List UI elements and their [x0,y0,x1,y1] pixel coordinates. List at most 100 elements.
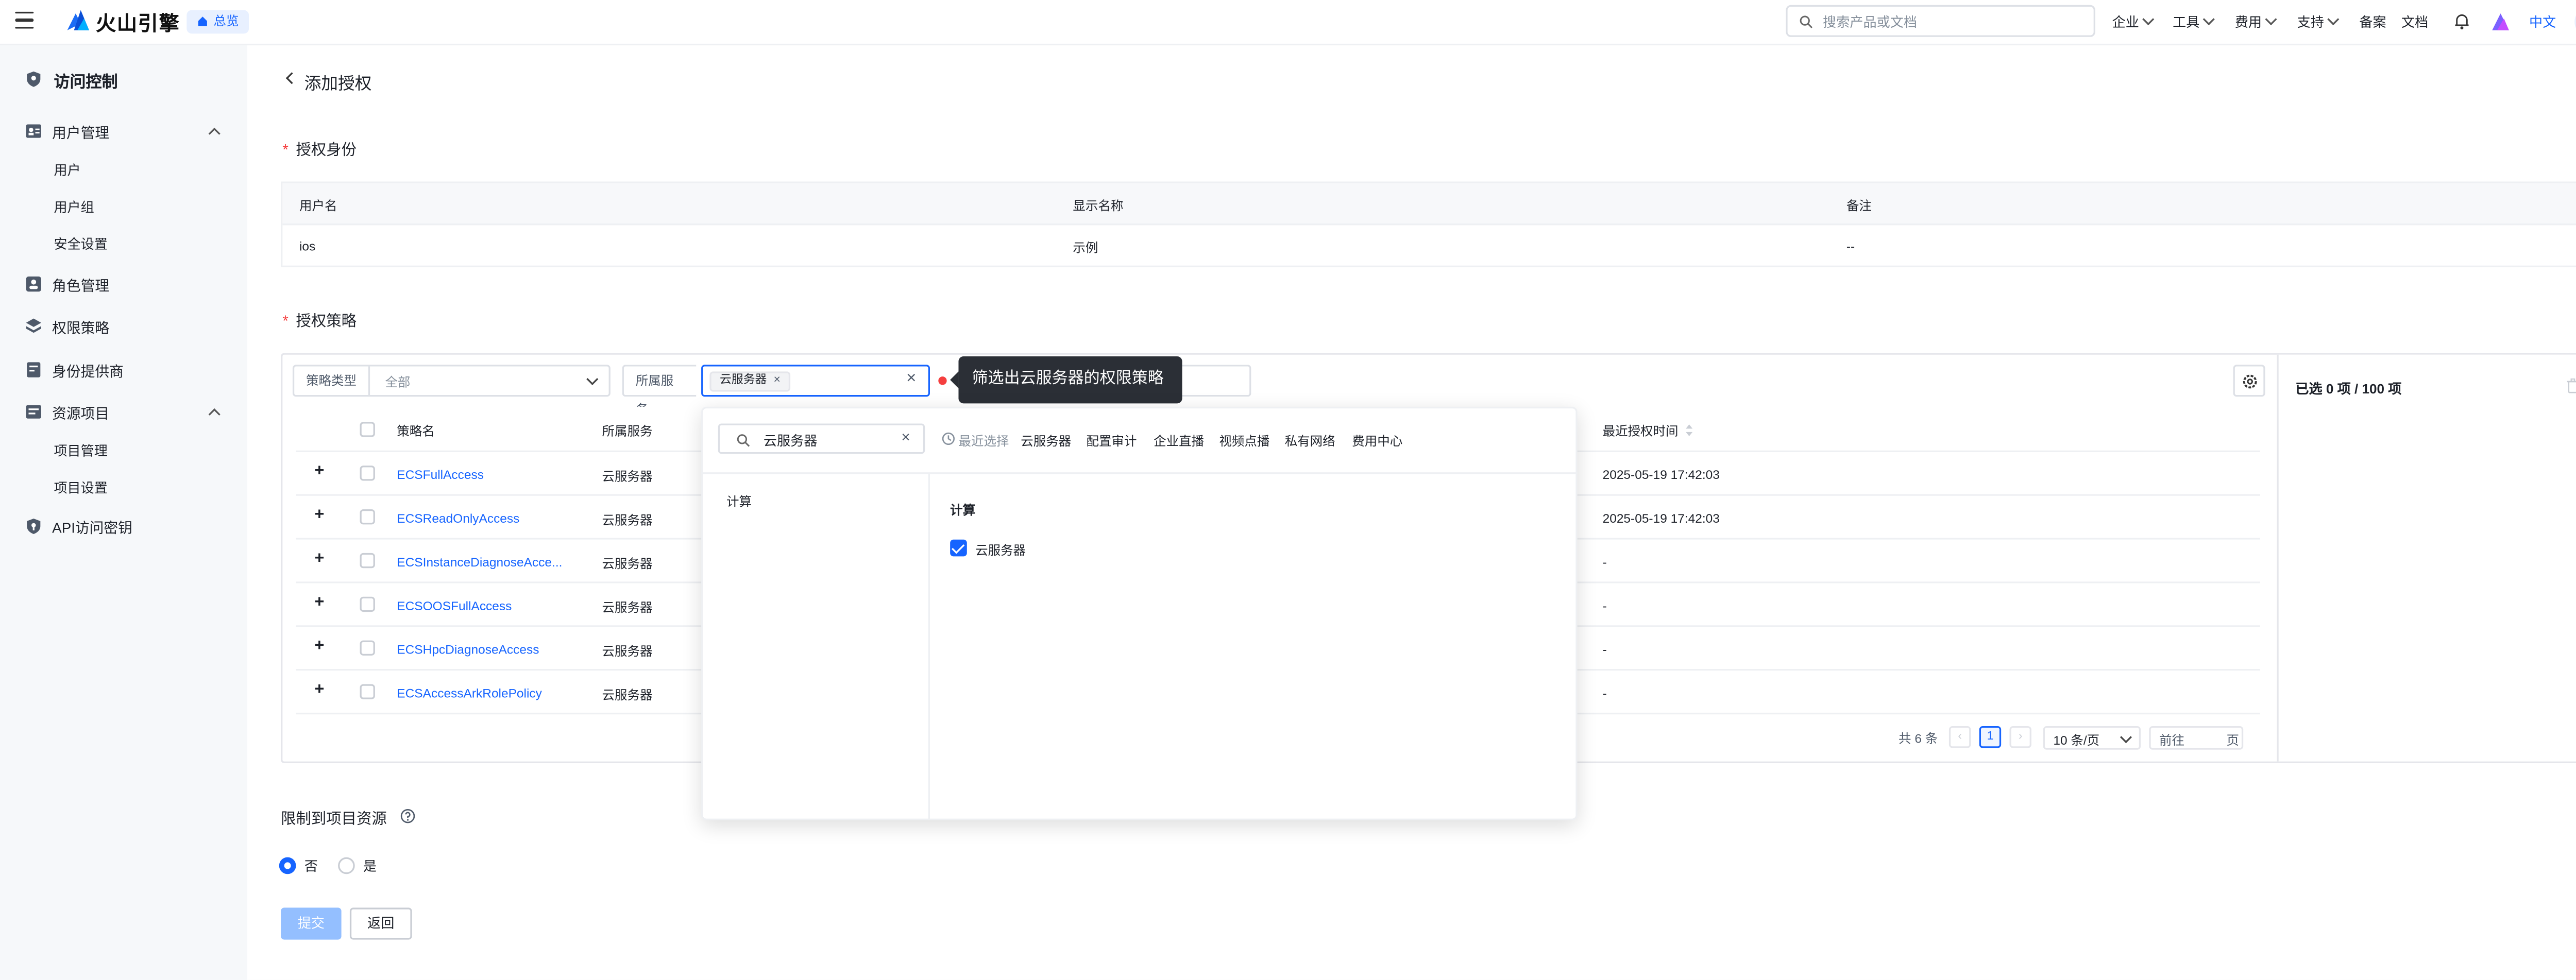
sidebar-item-project-settings[interactable]: 项目设置 [54,479,107,497]
language-switch[interactable]: 中文 [2529,13,2556,32]
radio-yes-label: 是 [363,858,377,874]
recent-item[interactable]: 配置审计 [1087,432,1137,451]
nav-tools[interactable]: 工具 [2173,13,2215,32]
sidebar-item-policies[interactable]: 权限策略 [52,318,109,338]
volcano-logo-icon[interactable] [65,8,91,32]
sidebar-item-role-mgmt[interactable]: 角色管理 [52,276,109,296]
next-page-button[interactable]: › [2009,726,2031,748]
row-checkbox[interactable] [360,684,375,699]
nav-billing[interactable]: 费用 [2235,13,2277,32]
page-1-button[interactable]: 1 [1979,726,2002,748]
sidebar-item-project-mgmt[interactable]: 项目管理 [54,442,107,460]
recent-item[interactable]: 费用中心 [1352,432,1402,451]
tooltip: 筛选出云服务器的权限策略 [950,356,1182,404]
service-filter-select[interactable]: 云服务器 × × [701,365,930,397]
policy-service: 云服务器 [602,512,653,528]
sidebar-item-security-settings[interactable]: 安全设置 [54,235,107,254]
expand-icon[interactable]: + [314,682,324,699]
sidebar-title: 访问控制 [54,74,118,93]
red-dot-marker [938,376,947,385]
policy-service: 云服务器 [602,600,653,615]
policy-name-link[interactable]: ECSReadOnlyAccess [397,511,519,526]
nav-support[interactable]: 支持 [2297,13,2340,32]
row-checkbox[interactable] [360,596,375,612]
service-dropdown [701,406,1578,820]
sidebar-item-resource-project[interactable]: 资源项目 [52,403,109,423]
policy-name-link[interactable]: ECSInstanceDiagnoseAcce... [397,555,562,570]
header-username: 用户名 [299,198,337,214]
help-icon[interactable] [400,809,415,823]
access-control-icon [27,71,41,87]
tag-close-icon[interactable]: × [773,375,780,387]
recent-item[interactable]: 私有网络 [1285,432,1335,451]
pagination-total: 共 6 条 [1899,731,1938,747]
expand-icon[interactable]: + [314,594,324,611]
row-checkbox[interactable] [360,553,375,569]
expand-icon[interactable]: + [314,638,324,655]
settings-button[interactable] [2233,365,2265,397]
nav-docs[interactable]: 文档 [2401,13,2428,32]
required-mark: * [282,141,289,158]
cell-remark: -- [1846,238,1855,254]
policy-name-link[interactable]: ECSFullAccess [397,467,484,482]
policy-time: - [1602,555,1607,570]
prev-page-button[interactable]: ‹ [1948,726,1971,748]
sidebar-item-users[interactable]: 用户 [54,161,80,180]
sort-icon [1686,424,1693,437]
sidebar-item-idp[interactable]: 身份提供商 [52,362,124,382]
chevron-down-icon [2121,731,2131,742]
row-checkbox[interactable] [360,640,375,656]
policy-service: 云服务器 [602,644,653,659]
header-remark: 备注 [1846,198,1872,214]
clock-icon [942,432,955,445]
search-icon [1800,15,1812,28]
row-checkbox[interactable] [360,509,375,525]
clear-icon[interactable]: × [902,428,910,445]
sidebar-item-api-keys[interactable]: API访问密钥 [52,518,132,538]
row-checkbox[interactable] [360,466,375,481]
nav-enterprise[interactable]: 企业 [2112,13,2155,32]
policy-name-link[interactable]: ECSAccessArkRolePolicy [397,686,542,701]
sidebar-item-user-mgmt[interactable]: 用户管理 [52,123,109,143]
policy-type-filter[interactable]: 策略类型 全部 [292,365,611,397]
recent-item[interactable]: 企业直播 [1154,432,1204,451]
logo-text[interactable]: 火山引擎 [96,8,180,37]
radio-yes[interactable] [338,857,355,874]
expand-icon[interactable]: + [314,463,324,480]
resource-project-icon [26,405,41,419]
chevron-down-icon [2327,13,2340,26]
global-search-input[interactable]: 搜索产品或文档 [1786,5,2095,37]
option-label[interactable]: 云服务器 [975,541,1026,560]
ai-assistant-icon[interactable] [2490,12,2511,32]
policy-name-link[interactable]: ECSOOSFullAccess [397,598,512,613]
cell-username: ios [299,238,316,254]
chevron-down-icon [2202,13,2215,26]
expand-icon[interactable]: + [314,551,324,568]
submit-button[interactable]: 提交 [281,907,342,940]
overview-button[interactable]: 总览 [187,10,249,34]
policy-time: 2025-05-19 17:42:03 [1602,511,1720,526]
select-all-checkbox[interactable] [360,422,375,437]
clear-icon[interactable]: × [906,370,916,388]
policy-name-link[interactable]: ECSHpcDiagnoseAccess [397,642,539,657]
back-button[interactable]: 返回 [349,907,412,940]
expand-icon[interactable]: + [314,507,324,524]
dropdown-search-input[interactable]: 云服务器 × [718,423,925,454]
trash-icon[interactable] [2566,378,2576,393]
recent-item[interactable]: 视频点播 [1219,432,1269,451]
radio-no[interactable] [279,857,296,874]
page-size-select[interactable]: 10 条/页 [2043,726,2141,750]
option-checkbox-checked[interactable] [950,539,967,557]
header-last-auth-time[interactable]: 最近授权时间 [1603,422,1693,440]
recent-item[interactable]: 云服务器 [1021,432,1071,451]
search-filter-input[interactable] [1177,365,1251,397]
sidebar-item-user-groups[interactable]: 用户组 [54,198,94,217]
selected-service-tag[interactable]: 云服务器 × [709,371,791,392]
category-compute[interactable]: 计算 [726,492,752,511]
nav-filing[interactable]: 备案 [2359,13,2386,32]
header-policy-name: 策略名 [397,423,435,439]
page-jump-input[interactable]: 前往 页 [2149,726,2244,750]
menu-icon[interactable] [15,11,34,32]
jump-prefix: 前往 [2159,733,2184,748]
bell-icon[interactable] [2453,12,2470,30]
